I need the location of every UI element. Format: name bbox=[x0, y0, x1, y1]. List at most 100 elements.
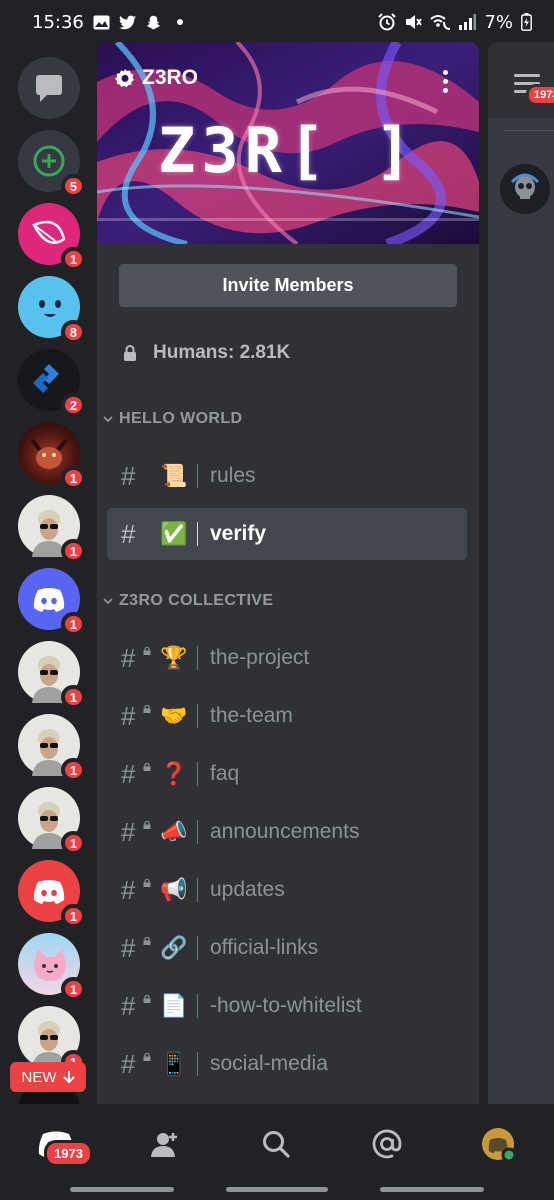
home-unread-badge: 1973 bbox=[44, 1140, 93, 1167]
signal-icon bbox=[459, 14, 477, 30]
lock-icon bbox=[143, 1052, 151, 1061]
badge: 1 bbox=[60, 247, 86, 271]
server-icon-avatar-sunglasses[interactable]: 1 bbox=[18, 495, 86, 563]
channel-rules[interactable]: # 📜 rules bbox=[107, 450, 467, 502]
channel-the-team[interactable]: # 🤝 the-team bbox=[107, 690, 467, 742]
locked-hash-icon: # bbox=[121, 817, 151, 848]
friends-icon bbox=[151, 1133, 177, 1157]
locked-hash-icon: # bbox=[121, 701, 151, 732]
lock-icon bbox=[143, 994, 151, 1003]
nav-search[interactable] bbox=[256, 1124, 296, 1164]
chat-bubble-icon bbox=[36, 75, 62, 102]
server-icon-red-creature[interactable]: 1 bbox=[18, 422, 86, 490]
nav-mentions[interactable] bbox=[367, 1124, 407, 1164]
gear-badge-icon bbox=[115, 69, 134, 88]
server-menu-button[interactable] bbox=[443, 70, 449, 93]
locked-hash-icon: # bbox=[121, 759, 151, 790]
skull-avatar-icon bbox=[500, 164, 550, 214]
channel-announcements[interactable]: # 📣 announcements bbox=[107, 806, 467, 858]
category-hello-world[interactable]: HELLO WORLD bbox=[103, 410, 243, 428]
peek-badge: 1973 bbox=[526, 84, 554, 106]
megaphone-icon: 📣 bbox=[160, 819, 188, 845]
nav-friends[interactable] bbox=[146, 1124, 186, 1164]
channel-updates[interactable]: # 📢 updates bbox=[107, 864, 467, 916]
badge: 8 bbox=[60, 320, 86, 344]
channel-the-project[interactable]: # 🏆 the-project bbox=[107, 632, 467, 684]
server-icon-avatar-sunglasses[interactable]: 1 bbox=[18, 641, 86, 709]
channel-official-links[interactable]: # 🔗 official-links bbox=[107, 922, 467, 974]
channel-name: official-links bbox=[210, 936, 319, 959]
server-rail: 5 1 8 2 1 1 1 1 1 1 1 1 bbox=[0, 44, 96, 1104]
server-title[interactable]: Z3RO bbox=[115, 66, 198, 90]
badge: 1 bbox=[60, 466, 86, 490]
battery-icon bbox=[521, 13, 532, 31]
channel-name: announcements bbox=[210, 820, 360, 843]
document-icon: 📄 bbox=[160, 993, 188, 1019]
server-icon-pink-cat[interactable]: 1 bbox=[18, 933, 86, 1001]
badge: 1 bbox=[60, 904, 86, 928]
server-icon-blue-face[interactable]: 8 bbox=[18, 276, 86, 344]
new-pill-label: NEW bbox=[21, 1068, 57, 1086]
separator bbox=[197, 936, 198, 960]
scroll-icon: 📜 bbox=[160, 463, 188, 489]
channel-verify[interactable]: # ✅ verify bbox=[107, 508, 467, 560]
add-server-button[interactable]: 5 bbox=[18, 130, 86, 198]
chevron-down-icon bbox=[103, 416, 113, 423]
status-time: 15:36 bbox=[32, 11, 84, 33]
category-z3ro-collective[interactable]: Z3RO COLLECTIVE bbox=[103, 592, 273, 610]
lock-icon bbox=[143, 762, 151, 771]
arrow-down-icon bbox=[62, 1071, 75, 1084]
chat-peek-panel[interactable]: 1973 bbox=[488, 42, 554, 1104]
direct-messages-button[interactable] bbox=[18, 57, 80, 119]
locked-hash-icon: # bbox=[121, 933, 151, 964]
channel-name: social-media bbox=[210, 1052, 328, 1075]
hash-icon: # bbox=[121, 518, 136, 549]
banner-logo-text: Z3R[ ] bbox=[158, 114, 418, 187]
server-icon-avatar-sunglasses[interactable]: 1 bbox=[18, 1006, 86, 1074]
server-banner: Z3RO Z3R[ ] bbox=[97, 42, 479, 244]
server-icon-discord-red[interactable]: 1 bbox=[18, 860, 86, 928]
invite-members-button[interactable]: Invite Members bbox=[119, 264, 457, 307]
badge: 2 bbox=[60, 393, 86, 417]
gesture-bar bbox=[226, 1187, 328, 1192]
separator bbox=[197, 762, 198, 786]
channel-name: the-team bbox=[210, 704, 293, 727]
nav-profile[interactable] bbox=[478, 1124, 518, 1164]
locked-hash-icon: # bbox=[121, 991, 151, 1022]
link-icon: 🔗 bbox=[160, 935, 188, 961]
mobile-phone-icon: 📱 bbox=[160, 1051, 188, 1077]
new-unreads-pill[interactable]: NEW bbox=[10, 1062, 86, 1092]
kebab-dot bbox=[443, 88, 448, 93]
server-icon-pink-leaf[interactable]: 1 bbox=[18, 203, 86, 271]
locked-hash-icon: # bbox=[121, 875, 151, 906]
channel-faq[interactable]: # ❓ faq bbox=[107, 748, 467, 800]
badge: 5 bbox=[60, 174, 86, 198]
channel-name: the-project bbox=[210, 646, 310, 669]
badge: 1 bbox=[60, 758, 86, 782]
server-icon-avatar-sunglasses[interactable]: 1 bbox=[18, 787, 86, 855]
notification-dot bbox=[176, 19, 183, 25]
humans-count-row[interactable]: Humans: 2.81K bbox=[123, 342, 290, 364]
channel-how-to-whitelist[interactable]: # 📄 -how-to-whitelist bbox=[107, 980, 467, 1032]
category-title: HELLO WORLD bbox=[119, 410, 243, 427]
gallery-icon bbox=[93, 15, 110, 29]
alarm-icon bbox=[378, 13, 397, 31]
lock-icon bbox=[143, 704, 151, 713]
locked-hash-icon: # bbox=[121, 1049, 151, 1080]
channel-social-media[interactable]: # 📱 social-media bbox=[107, 1038, 467, 1090]
kebab-dot bbox=[443, 70, 448, 75]
separator bbox=[197, 464, 198, 488]
separator bbox=[197, 646, 198, 670]
gesture-bar bbox=[70, 1187, 174, 1192]
badge: 1 bbox=[60, 831, 86, 855]
separator bbox=[197, 878, 198, 902]
channel-name: verify bbox=[210, 522, 267, 545]
server-icon-discord-blurple[interactable]: 1 bbox=[18, 568, 86, 636]
gesture-bar bbox=[380, 1187, 484, 1192]
message-avatar[interactable] bbox=[500, 164, 550, 214]
server-icon-blue-diamond[interactable]: 2 bbox=[18, 349, 86, 417]
channel-name: rules bbox=[210, 464, 256, 487]
server-icon-avatar-sunglasses[interactable]: 1 bbox=[18, 714, 86, 782]
badge: 1 bbox=[60, 685, 86, 709]
lock-icon bbox=[143, 878, 151, 887]
